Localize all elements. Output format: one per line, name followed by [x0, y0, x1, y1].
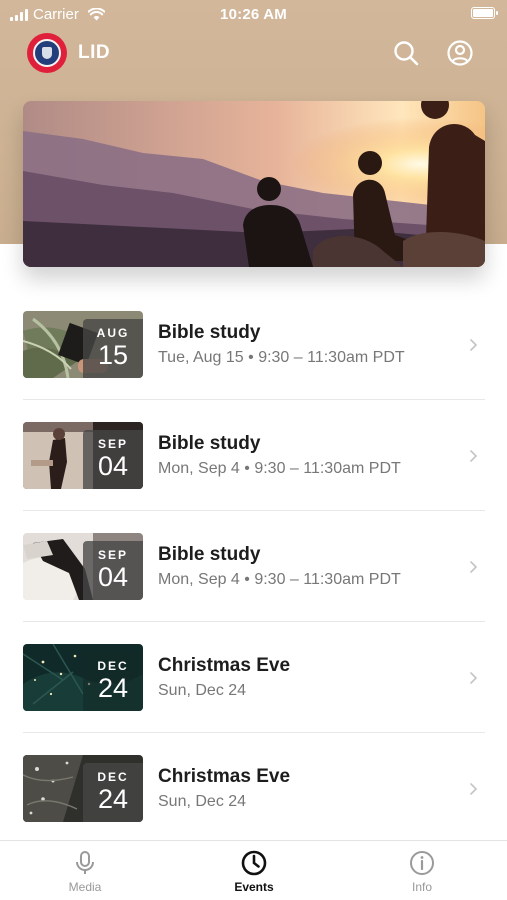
date-badge: AUG 15	[83, 319, 143, 378]
event-title: Christmas Eve	[158, 766, 291, 787]
event-row[interactable]: DEC 24 Christmas Eve Sun, Dec 24	[0, 622, 507, 733]
date-day: 04	[97, 451, 129, 481]
event-title: Bible study	[158, 544, 261, 565]
event-title: Bible study	[158, 322, 261, 343]
app-header: LID	[0, 30, 507, 76]
chevron-right-icon	[470, 450, 478, 462]
event-thumbnail: SEP 04	[23, 533, 143, 600]
date-month: SEP	[97, 437, 128, 451]
microphone-icon	[76, 851, 94, 874]
event-thumbnail: DEC 24	[23, 755, 143, 822]
event-datetime: Mon, Sep 4 • 9:30 – 11:30am PDT	[158, 460, 401, 477]
tab-bar: Media Events Info	[0, 840, 507, 900]
event-datetime: Mon, Sep 4 • 9:30 – 11:30am PDT	[158, 571, 401, 588]
search-icon[interactable]	[392, 39, 420, 67]
event-thumbnail: AUG 15	[23, 311, 143, 378]
event-datetime: Sun, Dec 24	[158, 793, 247, 810]
event-datetime: Tue, Aug 15 • 9:30 – 11:30am PDT	[158, 349, 405, 366]
date-day: 24	[97, 784, 129, 814]
status-time: 10:26 AM	[220, 6, 287, 23]
chevron-right-icon	[470, 783, 478, 795]
date-day: 04	[97, 562, 129, 592]
chevron-right-icon	[470, 339, 478, 351]
logo-emblem-icon	[33, 39, 61, 67]
hero-image	[23, 101, 485, 267]
tab-label: Info	[411, 880, 432, 894]
status-bar: Carrier 10:26 AM	[0, 0, 507, 30]
app-title: LID	[78, 42, 111, 63]
user-circle-icon[interactable]	[446, 39, 474, 67]
event-row[interactable]: AUG 15 Bible study Tue, Aug 15 • 9:30 – …	[0, 289, 507, 400]
events-list: AUG 15 Bible study Tue, Aug 15 • 9:30 – …	[0, 289, 507, 844]
date-day: 24	[97, 673, 129, 703]
date-month: SEP	[97, 548, 128, 562]
tab-events[interactable]: Events	[204, 841, 304, 900]
event-title: Bible study	[158, 433, 261, 454]
tab-media[interactable]: Media	[35, 841, 135, 900]
tab-info[interactable]: Info	[372, 841, 472, 900]
date-month: AUG	[96, 326, 130, 340]
date-month: DEC	[97, 770, 129, 784]
date-month: DEC	[97, 659, 129, 673]
tab-label: Media	[68, 880, 102, 894]
date-day: 15	[97, 340, 129, 370]
chevron-right-icon	[470, 672, 478, 684]
battery-icon	[471, 7, 498, 19]
date-badge: DEC 24	[83, 763, 143, 822]
event-title: Christmas Eve	[158, 655, 291, 676]
tab-label: Events	[234, 880, 274, 894]
info-icon	[410, 851, 434, 875]
date-badge: SEP 04	[83, 430, 143, 489]
event-datetime: Sun, Dec 24	[158, 682, 247, 699]
date-badge: SEP 04	[83, 541, 143, 600]
date-badge: DEC 24	[83, 652, 143, 711]
event-thumbnail: DEC 24	[23, 644, 143, 711]
clock-icon	[241, 850, 267, 876]
church-logo[interactable]	[27, 33, 67, 73]
hero-banner[interactable]	[23, 101, 485, 267]
event-thumbnail: SEP 04	[23, 422, 143, 489]
chevron-right-icon	[470, 561, 478, 573]
event-row[interactable]: SEP 04 Bible study Mon, Sep 4 • 9:30 – 1…	[0, 400, 507, 511]
event-row[interactable]: DEC 24 Christmas Eve Sun, Dec 24	[0, 733, 507, 844]
event-row[interactable]: SEP 04 Bible study Mon, Sep 4 • 9:30 – 1…	[0, 511, 507, 622]
